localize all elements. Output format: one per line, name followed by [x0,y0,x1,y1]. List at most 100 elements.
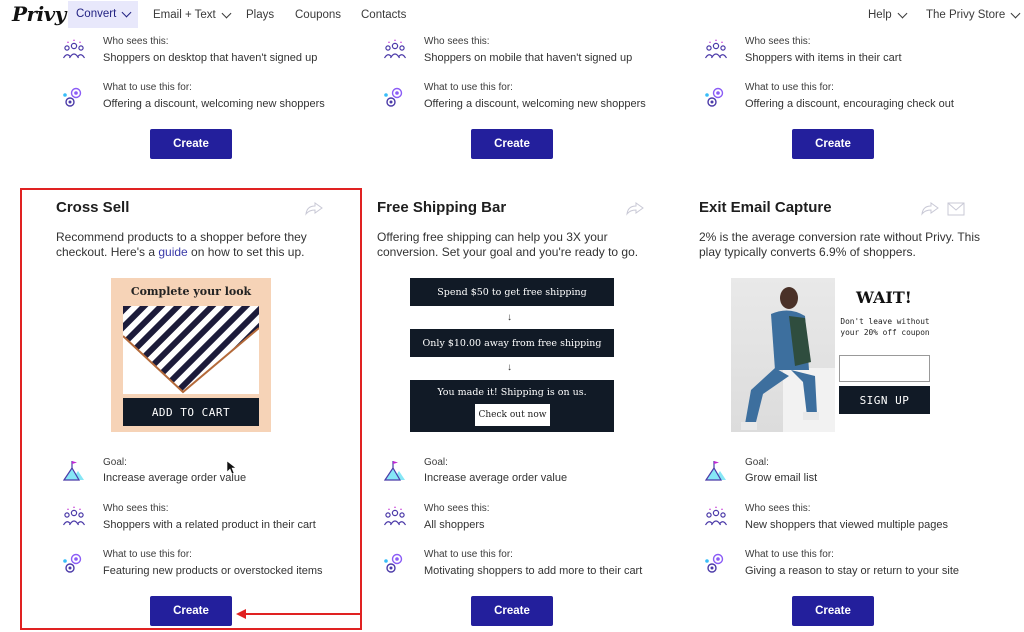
description-text-end: on how to set this up. [187,245,305,259]
use-value: Offering a discount, welcoming new shopp… [103,98,325,110]
mouse-cursor-icon [227,461,237,475]
use-value: Offering a discount, encouraging check o… [745,98,954,110]
use-value: Motivating shoppers to add more to their… [424,565,643,577]
nav-help[interactable]: Help [868,4,908,26]
goal-value: Grow email list [745,472,818,484]
create-button[interactable]: Create [471,129,553,159]
card-description: Offering free shipping can help you 3X y… [377,230,639,259]
nav-contacts-label: Contacts [361,9,407,21]
goal-icon [62,459,86,483]
popup-signup-button: SIGN UP [839,386,930,414]
nav-coupons[interactable]: Coupons [295,4,341,26]
gears-icon [383,85,407,109]
nav-help-label: Help [868,9,892,21]
goal-icon [704,459,728,483]
use-label: What to use this for: [103,82,192,93]
chevron-down-icon [121,7,132,18]
share-icon[interactable] [305,202,323,216]
who-value: New shoppers that viewed multiple pages [745,519,949,531]
nav-plays-label: Plays [246,9,275,21]
nav-email-text-label: Email + Text [153,9,216,21]
privy-logo[interactable]: Privy [12,2,66,26]
gears-icon [704,551,728,575]
add-to-cart-preview: ADD TO CART [123,398,259,426]
top-nav: Privy Convert Email + Text Plays Coupons… [0,0,1024,30]
cross-sell-preview: Complete your look ADD TO CART [111,278,271,432]
goal-label: Goal: [424,457,448,468]
who-label: Who sees this: [103,503,169,514]
use-label: What to use this for: [745,549,834,560]
use-label: What to use this for: [424,82,513,93]
who-value: All shoppers [424,519,485,531]
down-arrow-icon: ↓ [507,362,512,373]
chevron-down-icon [1010,8,1021,18]
create-button[interactable]: Create [792,129,874,159]
use-value: Offering a discount, welcoming new shopp… [424,98,646,110]
popup-email-field [839,355,930,382]
who-label: Who sees this: [424,36,490,47]
create-button[interactable]: Create [471,596,553,626]
nav-coupons-label: Coupons [295,9,342,21]
shipping-bar-preview-2: Only $10.00 away from free shipping [410,329,614,357]
nav-store[interactable]: The Privy Store [926,4,1021,26]
use-label: What to use this for: [424,549,513,560]
who-label: Who sees this: [745,36,811,47]
create-button[interactable]: Create [150,596,232,626]
exit-capture-preview: WAIT! Don't leave without your 20% off c… [731,278,936,432]
who-label: Who sees this: [103,36,169,47]
audience-icon [383,38,407,62]
who-value: Shoppers with items in their cart [745,52,902,64]
gears-icon [704,85,728,109]
audience-icon [383,505,407,529]
gears-icon [62,551,86,575]
use-value: Giving a reason to stay or return to you… [745,565,959,577]
goal-label: Goal: [103,457,127,468]
annotation-arrow [244,613,362,615]
preview-heading: Complete your look [130,285,252,298]
nav-email-text[interactable]: Email + Text [153,4,232,26]
share-icon[interactable] [626,202,644,216]
use-label: What to use this for: [103,549,192,560]
goal-value: Increase average order value [103,472,247,484]
checkout-preview-button: Check out now [475,404,550,426]
who-value: Shoppers on desktop that haven't signed … [103,52,318,64]
card-description: 2% is the average conversion rate withou… [699,230,981,259]
down-arrow-icon: ↓ [507,312,512,323]
use-value: Featuring new products or overstocked it… [103,565,323,577]
goal-icon [383,459,407,483]
email-icon[interactable] [947,202,965,216]
arrow-head-icon [236,609,246,619]
share-icon[interactable] [921,202,939,216]
create-button[interactable]: Create [792,596,874,626]
chevron-down-icon [221,8,232,18]
who-value: Shoppers with a related product in their… [103,519,316,531]
gears-icon [62,85,86,109]
gears-icon [383,551,407,575]
nav-plays[interactable]: Plays [246,4,274,26]
nav-store-label: The Privy Store [926,9,1006,21]
nav-contacts[interactable]: Contacts [361,4,406,26]
goal-label: Goal: [745,457,769,468]
audience-icon [62,505,86,529]
guide-link[interactable]: guide [158,245,187,259]
nav-convert[interactable]: Convert [68,1,139,28]
audience-icon [704,38,728,62]
audience-icon [62,38,86,62]
scarf-image [123,306,259,394]
audience-icon [704,505,728,529]
popup-heading: WAIT! [856,288,912,307]
card-title: Free Shipping Bar [377,199,507,216]
popup-subtext: Don't leave without your 20% off coupon [840,317,930,337]
card-description: Recommend products to a shopper before t… [56,230,346,260]
create-button[interactable]: Create [150,129,232,159]
nav-convert-label: Convert [76,8,117,20]
goal-value: Increase average order value [424,472,568,484]
model-photo [731,278,835,432]
use-label: What to use this for: [745,82,834,93]
chevron-down-icon [897,8,908,18]
card-title: Cross Sell [56,199,130,216]
shipping-bar-preview-1: Spend $50 to get free shipping [410,278,614,306]
who-label: Who sees this: [424,503,490,514]
who-label: Who sees this: [745,503,811,514]
who-value: Shoppers on mobile that haven't signed u… [424,52,633,64]
